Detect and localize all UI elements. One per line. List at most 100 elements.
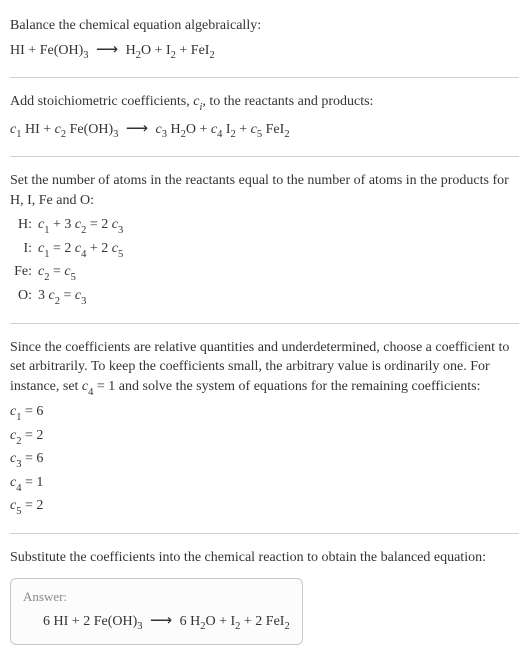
text: + 3: [49, 217, 71, 232]
product-o: O: [141, 43, 151, 58]
section-answer: Substitute the coefficients into the che…: [10, 540, 519, 653]
arrow-icon: ⟶: [92, 41, 122, 58]
fei: FeI: [266, 614, 285, 629]
subscript-2: 2: [171, 50, 176, 61]
val: = 6: [21, 451, 43, 466]
plus: +: [196, 122, 211, 137]
coef: 2: [83, 614, 94, 629]
instruction-text: Since the coefficients are relative quan…: [10, 338, 519, 400]
o: O: [205, 614, 215, 629]
val: = 6: [21, 404, 43, 419]
ci-sub: i: [199, 102, 202, 113]
h: H: [170, 122, 180, 137]
feoh: Fe(OH): [70, 122, 114, 137]
coef: 6: [180, 614, 191, 629]
plus: +: [25, 43, 40, 58]
sub3: 3: [113, 129, 118, 140]
atom-equation: 3 c2 = c3: [38, 285, 519, 309]
coef: 2: [255, 614, 266, 629]
val: = 2: [21, 498, 43, 513]
section-problem: Balance the chemical equation algebraica…: [10, 8, 519, 71]
sub: 1: [44, 225, 49, 236]
feoh: Fe(OH): [94, 614, 138, 629]
instruction-text: Substitute the coefficients into the che…: [10, 548, 519, 568]
atom-label: H:: [12, 214, 38, 238]
coef-row: c1 = 6: [10, 401, 519, 425]
text: = 1: [93, 379, 115, 394]
text: Add stoichiometric coefficients,: [10, 94, 193, 109]
coef-row: c5 = 2: [10, 495, 519, 519]
sub5: 5: [257, 129, 262, 140]
plus: +: [176, 43, 191, 58]
text: = 2: [86, 217, 108, 232]
sub: 1: [16, 412, 21, 423]
coef-row: c2 = 2: [10, 425, 519, 449]
text: = 2: [49, 241, 71, 256]
atom-row-i: I: c1 = 2 c4 + 2 c5: [12, 238, 519, 262]
atom-row-fe: Fe: c2 = c5: [12, 261, 519, 285]
prompt-text: Balance the chemical equation algebraica…: [10, 16, 519, 36]
unbalanced-equation: HI + Fe(OH)3 ⟶ H2O + I2 + FeI2: [10, 38, 519, 64]
balanced-equation: 6 HI + 2 Fe(OH)3 ⟶ 6 H2O + I2 + 2 FeI2: [23, 609, 290, 635]
text: 3: [38, 288, 45, 303]
text: + 2: [86, 241, 108, 256]
coeff-equation: c1 HI + c2 Fe(OH)3 ⟶ c3 H2O + c4 I2 + c5…: [10, 117, 519, 143]
instruction-text: Set the number of atoms in the reactants…: [10, 171, 519, 210]
answer-box: Answer: 6 HI + 2 Fe(OH)3 ⟶ 6 H2O + I2 + …: [10, 578, 303, 646]
sub1: 1: [16, 129, 21, 140]
subscript-3: 3: [83, 50, 88, 61]
sub: 2: [235, 621, 240, 632]
sub2: 2: [61, 129, 66, 140]
atom-row-h: H: c1 + 3 c2 = 2 c3: [12, 214, 519, 238]
fei: FeI: [266, 122, 285, 137]
val: = 1: [21, 475, 43, 490]
atom-label: I:: [12, 238, 38, 262]
sub: 5: [16, 506, 21, 517]
sub4: 4: [217, 129, 222, 140]
c5: c: [251, 122, 257, 137]
plus: +: [40, 122, 55, 137]
val: = 2: [21, 428, 43, 443]
sub: 3: [81, 296, 86, 307]
sub2: 2: [181, 129, 186, 140]
divider: [10, 77, 519, 78]
sub: 2: [284, 621, 289, 632]
product-h: H: [126, 43, 136, 58]
sub: 1: [44, 249, 49, 260]
sub2: 2: [231, 129, 236, 140]
atom-label: Fe:: [12, 261, 38, 285]
subscript-2: 2: [209, 50, 214, 61]
divider: [10, 533, 519, 534]
atom-row-o: O: 3 c2 = c3: [12, 285, 519, 309]
coef-row: c3 = 6: [10, 448, 519, 472]
product-i: I: [166, 43, 171, 58]
c3: c: [156, 122, 162, 137]
atom-label: O:: [12, 285, 38, 309]
h: H: [190, 614, 200, 629]
answer-label: Answer:: [23, 589, 290, 605]
sub: 2: [55, 296, 60, 307]
atom-balance-table: H: c1 + 3 c2 = 2 c3 I: c1 = 2 c4 + 2 c5 …: [12, 214, 519, 308]
text: and solve the system of equations for th…: [115, 379, 480, 394]
o: O: [186, 122, 196, 137]
plus: +: [68, 614, 83, 629]
text: , to the reactants and products:: [202, 94, 373, 109]
reactant-hi: HI: [10, 43, 25, 58]
sub: 3: [137, 621, 142, 632]
product-fei: FeI: [191, 43, 210, 58]
divider: [10, 156, 519, 157]
plus: +: [151, 43, 166, 58]
reactant-feoh: Fe(OH): [40, 43, 84, 58]
section-solve: Since the coefficients are relative quan…: [10, 330, 519, 527]
arrow-icon: ⟶: [146, 612, 176, 629]
plus: +: [216, 614, 231, 629]
sub: 2: [200, 621, 205, 632]
sub: 2: [16, 436, 21, 447]
sub: 4: [16, 483, 21, 494]
subscript-2: 2: [136, 50, 141, 61]
plus: +: [236, 122, 251, 137]
c: c: [49, 288, 55, 303]
sub: 4: [88, 387, 93, 398]
section-atom-balance: Set the number of atoms in the reactants…: [10, 163, 519, 316]
sub: 4: [81, 249, 86, 260]
